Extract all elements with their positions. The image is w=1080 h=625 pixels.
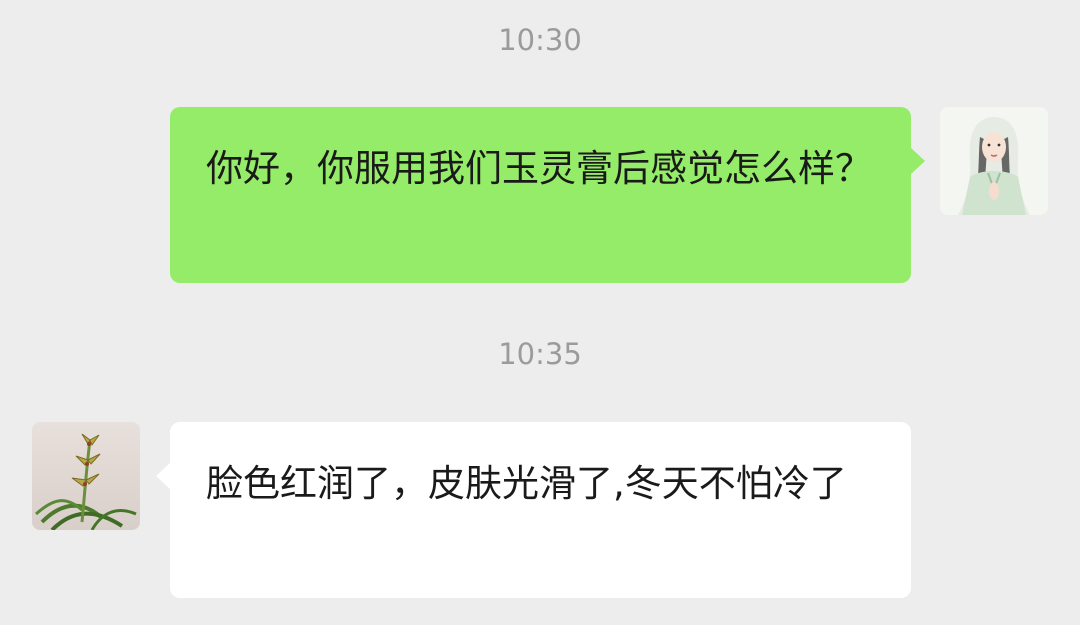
orchid-plant-avatar-icon[interactable]: [32, 422, 140, 530]
message-timestamp: 10:35: [498, 337, 582, 371]
message-timestamp: 10:30: [498, 23, 582, 57]
received-message-bubble[interactable]: 脸色红润了，皮肤光滑了,冬天不怕冷了: [156, 422, 911, 598]
woman-portrait-avatar-icon[interactable]: [940, 107, 1048, 215]
sent-message-bubble[interactable]: 你好，你服用我们玉灵膏后感觉怎么样？: [170, 107, 925, 283]
message-text: 你好，你服用我们玉灵膏后感觉怎么样？: [206, 147, 872, 190]
message-text: 脸色红润了，皮肤光滑了,冬天不怕冷了: [206, 462, 847, 505]
orchid-plant-avatar-image: [32, 422, 140, 530]
woman-portrait-avatar-image: [940, 107, 1048, 215]
